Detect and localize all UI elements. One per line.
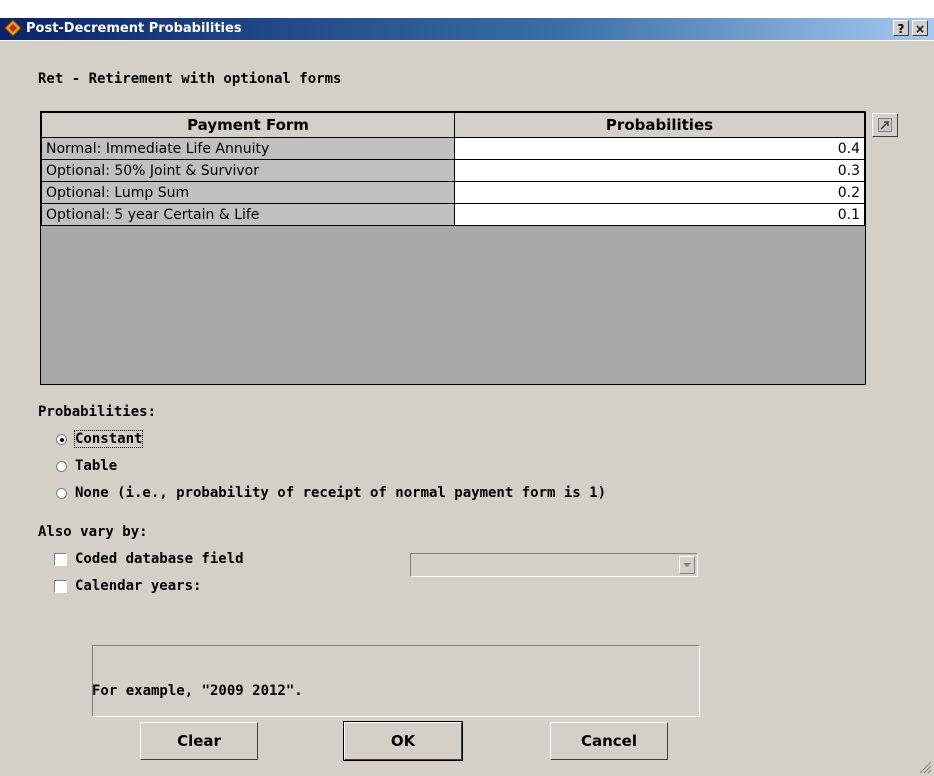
payment-form-cell: Normal: Immediate Life Annuity <box>41 137 455 160</box>
column-header-probabilities[interactable]: Probabilities <box>454 112 865 138</box>
app-icon <box>4 19 22 37</box>
calendar-years-checkbox[interactable] <box>54 579 67 593</box>
resize-grip-icon[interactable] <box>918 760 932 774</box>
dialog-body: Ret - Retirement with optional forms Pay… <box>0 41 934 776</box>
radio-constant-indicator[interactable] <box>56 433 67 445</box>
payment-form-cell: Optional: 5 year Certain & Life <box>41 203 455 226</box>
calendar-years-label[interactable]: Calendar years: <box>75 578 201 594</box>
ok-button[interactable]: OK <box>343 721 463 761</box>
example-text: For example, "2009 2012". <box>92 683 303 699</box>
column-header-payment-form[interactable]: Payment Form <box>41 112 455 138</box>
probabilities-label: Probabilities: <box>38 404 157 420</box>
radio-constant[interactable]: Constant <box>56 430 144 448</box>
radio-none-label[interactable]: None (i.e., probability of receipt of no… <box>75 485 606 501</box>
window-titlebar: Post-Decrement Probabilities ? × <box>0 0 934 43</box>
coded-field-checkbox[interactable] <box>54 552 67 566</box>
payment-form-cell: Optional: 50% Joint & Survivor <box>41 159 455 182</box>
table-row: Normal: Immediate Life Annuity 0.4 <box>41 137 865 160</box>
table-row: Optional: Lump Sum 0.2 <box>41 181 865 204</box>
also-vary-label: Also vary by: <box>38 524 148 540</box>
close-button[interactable]: × <box>912 20 928 36</box>
expand-grid-icon <box>878 118 892 132</box>
probability-cell[interactable]: 0.2 <box>454 181 865 204</box>
probability-cell[interactable]: 0.4 <box>454 137 865 160</box>
radio-constant-label[interactable]: Constant <box>73 430 144 448</box>
radio-table[interactable]: Table <box>56 458 117 474</box>
payment-form-grid: Payment Form Probabilities Normal: Immed… <box>40 111 866 385</box>
table-row: Optional: 5 year Certain & Life 0.1 <box>41 203 865 226</box>
radio-none[interactable]: None (i.e., probability of receipt of no… <box>56 485 606 501</box>
probability-cell[interactable]: 0.3 <box>454 159 865 182</box>
radio-table-label[interactable]: Table <box>75 458 117 474</box>
coded-field-checkbox-row[interactable]: Coded database field <box>54 551 244 567</box>
cancel-button[interactable]: Cancel <box>550 722 668 760</box>
help-button[interactable]: ? <box>893 20 909 36</box>
radio-table-indicator[interactable] <box>56 460 67 472</box>
calendar-years-checkbox-row[interactable]: Calendar years: <box>54 578 201 594</box>
probability-cell[interactable]: 0.1 <box>454 203 865 226</box>
table-row: Optional: 50% Joint & Survivor 0.3 <box>41 159 865 182</box>
calendar-years-input[interactable] <box>92 645 700 717</box>
expand-grid-button[interactable] <box>872 113 898 137</box>
chevron-down-icon[interactable] <box>679 556 695 574</box>
payment-form-cell: Optional: Lump Sum <box>41 181 455 204</box>
coded-field-dropdown[interactable] <box>410 553 698 577</box>
window-title: Post-Decrement Probabilities <box>26 21 242 36</box>
coded-field-label[interactable]: Coded database field <box>75 551 244 567</box>
decrement-heading: Ret - Retirement with optional forms <box>38 71 342 87</box>
clear-button[interactable]: Clear <box>140 722 258 760</box>
radio-none-indicator[interactable] <box>56 487 67 499</box>
